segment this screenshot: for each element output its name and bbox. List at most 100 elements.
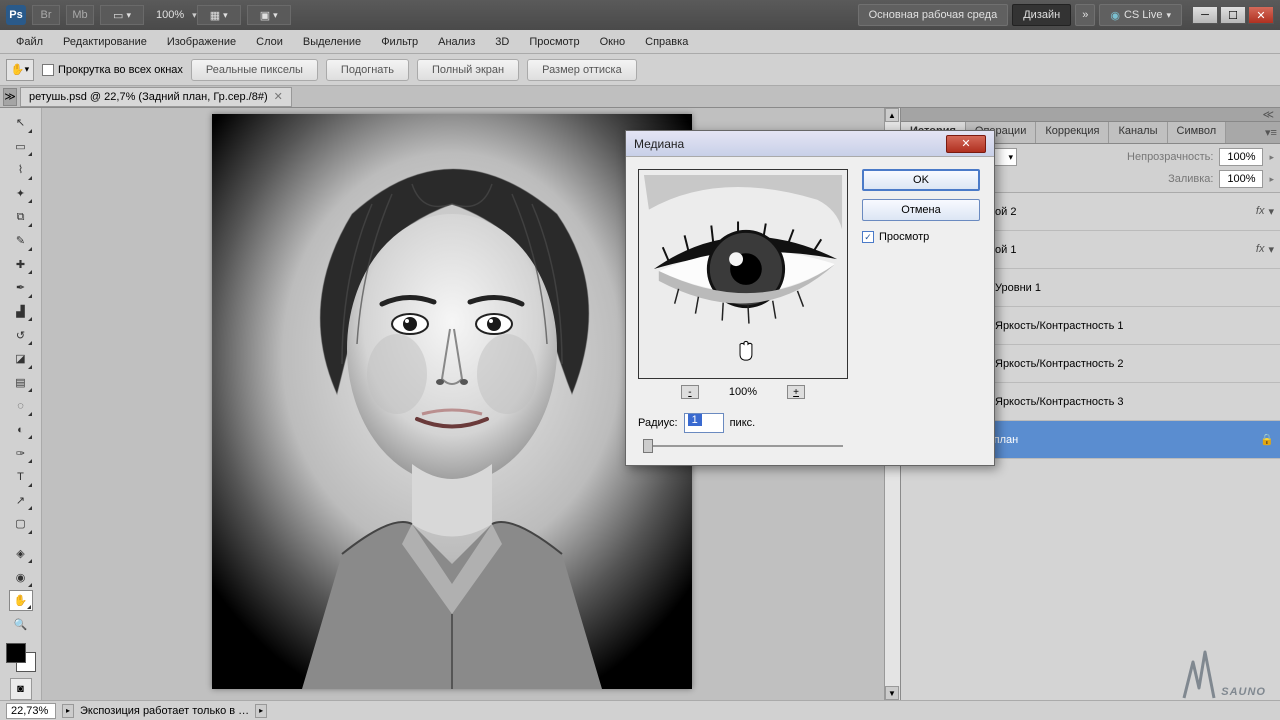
screen-mode-dropdown[interactable]: ▭▾ bbox=[100, 5, 144, 25]
minibridge-icon[interactable]: Mb bbox=[66, 5, 94, 25]
window-close-button[interactable]: ✕ bbox=[1248, 6, 1274, 24]
layer-name: здний план bbox=[961, 434, 1254, 446]
ok-button[interactable]: OK bbox=[862, 169, 980, 191]
print-size-button[interactable]: Размер оттиска bbox=[527, 59, 637, 81]
tab-channels[interactable]: Каналы bbox=[1109, 122, 1167, 143]
path-tool[interactable]: ↗ bbox=[9, 490, 33, 512]
menu-image[interactable]: Изображение bbox=[157, 33, 246, 51]
hand-tool-preset[interactable]: ✋▾ bbox=[6, 59, 34, 81]
color-swatches[interactable] bbox=[6, 643, 36, 672]
layer-name: ой 1 bbox=[995, 244, 1250, 256]
tab-collapse-icon[interactable]: ≫ bbox=[3, 88, 17, 106]
menu-help[interactable]: Справка bbox=[635, 33, 698, 51]
dialog-close-button[interactable]: ✕ bbox=[946, 135, 986, 153]
radius-slider[interactable] bbox=[643, 439, 843, 453]
status-info-arrow[interactable]: ▸ bbox=[62, 704, 74, 718]
menu-3d[interactable]: 3D bbox=[485, 33, 519, 51]
window-controls: ─ ☐ ✕ bbox=[1192, 6, 1274, 24]
eyedropper-tool[interactable]: ✎ bbox=[9, 230, 33, 252]
shape-tool[interactable]: ▢ bbox=[9, 513, 33, 535]
eraser-tool[interactable]: ◪ bbox=[9, 348, 33, 370]
menu-file[interactable]: Файл bbox=[6, 33, 53, 51]
preview-zoom-out[interactable]: - bbox=[681, 385, 699, 399]
wand-tool[interactable]: ✦ bbox=[9, 183, 33, 205]
document-canvas bbox=[212, 114, 692, 689]
menu-select[interactable]: Выделение bbox=[293, 33, 371, 51]
3d-camera-tool[interactable]: ◉ bbox=[9, 566, 33, 588]
layer-name: ой 2 bbox=[995, 206, 1250, 218]
radius-unit: пикс. bbox=[730, 417, 756, 429]
preview-checkbox[interactable]: ✓Просмотр bbox=[862, 231, 980, 243]
title-bar: Ps Br Mb ▭▾ 100%▾ ▦▾ ▣▾ Основная рабочая… bbox=[0, 0, 1280, 30]
hand-tool[interactable]: ✋ bbox=[9, 590, 33, 612]
fit-screen-button[interactable]: Подогнать bbox=[326, 59, 409, 81]
type-tool[interactable]: T bbox=[9, 466, 33, 488]
preview-zoom-value: 100% bbox=[729, 386, 757, 398]
zoom-tool[interactable]: 🔍 bbox=[9, 613, 33, 635]
lasso-tool[interactable]: ⌇ bbox=[9, 159, 33, 181]
fill-input[interactable]: 100% bbox=[1219, 170, 1263, 188]
actual-pixels-button[interactable]: Реальные пикселы bbox=[191, 59, 318, 81]
toolbox: ↖ ▭ ⌇ ✦ ⧉ ✎ ✚ ✒ ▟ ↺ ◪ ▤ ◌ ◐ ✑ T ↗ ▢ ◈ ◉ … bbox=[0, 108, 42, 700]
layer-name: Яркость/Контрастность 1 bbox=[995, 320, 1268, 332]
blur-tool[interactable]: ◌ bbox=[9, 395, 33, 417]
watermark: SAUNO bbox=[1179, 650, 1266, 698]
cancel-button[interactable]: Отмена bbox=[862, 199, 980, 221]
brush-tool[interactable]: ✒ bbox=[9, 277, 33, 299]
menu-edit[interactable]: Редактирование bbox=[53, 33, 157, 51]
menu-filter[interactable]: Фильтр bbox=[371, 33, 428, 51]
dialog-title-bar[interactable]: Медиана ✕ bbox=[626, 131, 994, 157]
layer-name: Уровни 1 bbox=[995, 282, 1268, 294]
menu-view[interactable]: Просмотр bbox=[519, 33, 589, 51]
menu-layer[interactable]: Слои bbox=[246, 33, 293, 51]
minimize-button[interactable]: ─ bbox=[1192, 6, 1218, 24]
workspace-design-button[interactable]: Дизайн bbox=[1012, 4, 1071, 26]
fill-screen-button[interactable]: Полный экран bbox=[417, 59, 519, 81]
scroll-all-windows-checkbox[interactable]: Прокрутка во всех окнах bbox=[42, 64, 183, 76]
menu-analysis[interactable]: Анализ bbox=[428, 33, 485, 51]
dodge-tool[interactable]: ◐ bbox=[9, 419, 33, 441]
crop-tool[interactable]: ⧉ bbox=[9, 206, 33, 228]
quick-mask-icon[interactable]: ◙ bbox=[10, 678, 32, 700]
history-brush-tool[interactable]: ↺ bbox=[9, 324, 33, 346]
median-dialog: Медиана ✕ bbox=[625, 130, 995, 466]
menu-bar: Файл Редактирование Изображение Слои Выд… bbox=[0, 30, 1280, 54]
move-tool[interactable]: ↖ bbox=[9, 112, 33, 134]
status-bar: 22,73% ▸ Экспозиция работает только в … … bbox=[0, 700, 1280, 720]
marquee-tool[interactable]: ▭ bbox=[9, 136, 33, 158]
preview-zoom-in[interactable]: + bbox=[787, 385, 805, 399]
maximize-button[interactable]: ☐ bbox=[1220, 6, 1246, 24]
gradient-tool[interactable]: ▤ bbox=[9, 372, 33, 394]
document-tabs: ≫ ретушь.psd @ 22,7% (Задний план, Гр.се… bbox=[0, 86, 1280, 108]
status-zoom-input[interactable]: 22,73% bbox=[6, 703, 56, 719]
layer-name: Яркость/Контрастность 2 bbox=[995, 358, 1268, 370]
fill-label: Заливка: bbox=[1168, 173, 1213, 185]
radius-label: Радиус: bbox=[638, 417, 678, 429]
filter-preview[interactable] bbox=[638, 169, 848, 379]
app-logo: Ps bbox=[6, 5, 26, 25]
close-tab-icon[interactable]: ✕ bbox=[274, 90, 283, 103]
radius-input[interactable]: 1 bbox=[684, 413, 724, 433]
layer-name: Яркость/Контрастность 3 bbox=[995, 396, 1268, 408]
titlebar-zoom[interactable]: 100% bbox=[150, 9, 190, 21]
workspace-default-button[interactable]: Основная рабочая среда bbox=[858, 4, 1009, 26]
arrange-dropdown[interactable]: ▦▾ bbox=[197, 5, 241, 25]
tab-adjustments[interactable]: Коррекция bbox=[1036, 122, 1109, 143]
heal-tool[interactable]: ✚ bbox=[9, 254, 33, 276]
options-bar: ✋▾ Прокрутка во всех окнах Реальные пикс… bbox=[0, 54, 1280, 86]
pen-tool[interactable]: ✑ bbox=[9, 442, 33, 464]
menu-window[interactable]: Окно bbox=[590, 33, 636, 51]
opacity-input[interactable]: 100% bbox=[1219, 148, 1263, 166]
bridge-icon[interactable]: Br bbox=[32, 5, 60, 25]
tab-character[interactable]: Символ bbox=[1168, 122, 1227, 143]
panel-menu-icon[interactable]: ▾≡ bbox=[1262, 122, 1280, 143]
workspace-more-button[interactable]: » bbox=[1075, 4, 1095, 26]
document-tab[interactable]: ретушь.psd @ 22,7% (Задний план, Гр.сер.… bbox=[20, 87, 292, 107]
status-info: Экспозиция работает только в … bbox=[80, 705, 249, 717]
opacity-label: Непрозрачность: bbox=[1127, 151, 1213, 163]
stamp-tool[interactable]: ▟ bbox=[9, 301, 33, 323]
cslive-button[interactable]: ◉CS Live▾ bbox=[1099, 4, 1182, 26]
3d-tool[interactable]: ◈ bbox=[9, 543, 33, 565]
status-next-icon[interactable]: ▸ bbox=[255, 704, 267, 718]
extras-dropdown[interactable]: ▣▾ bbox=[247, 5, 291, 25]
